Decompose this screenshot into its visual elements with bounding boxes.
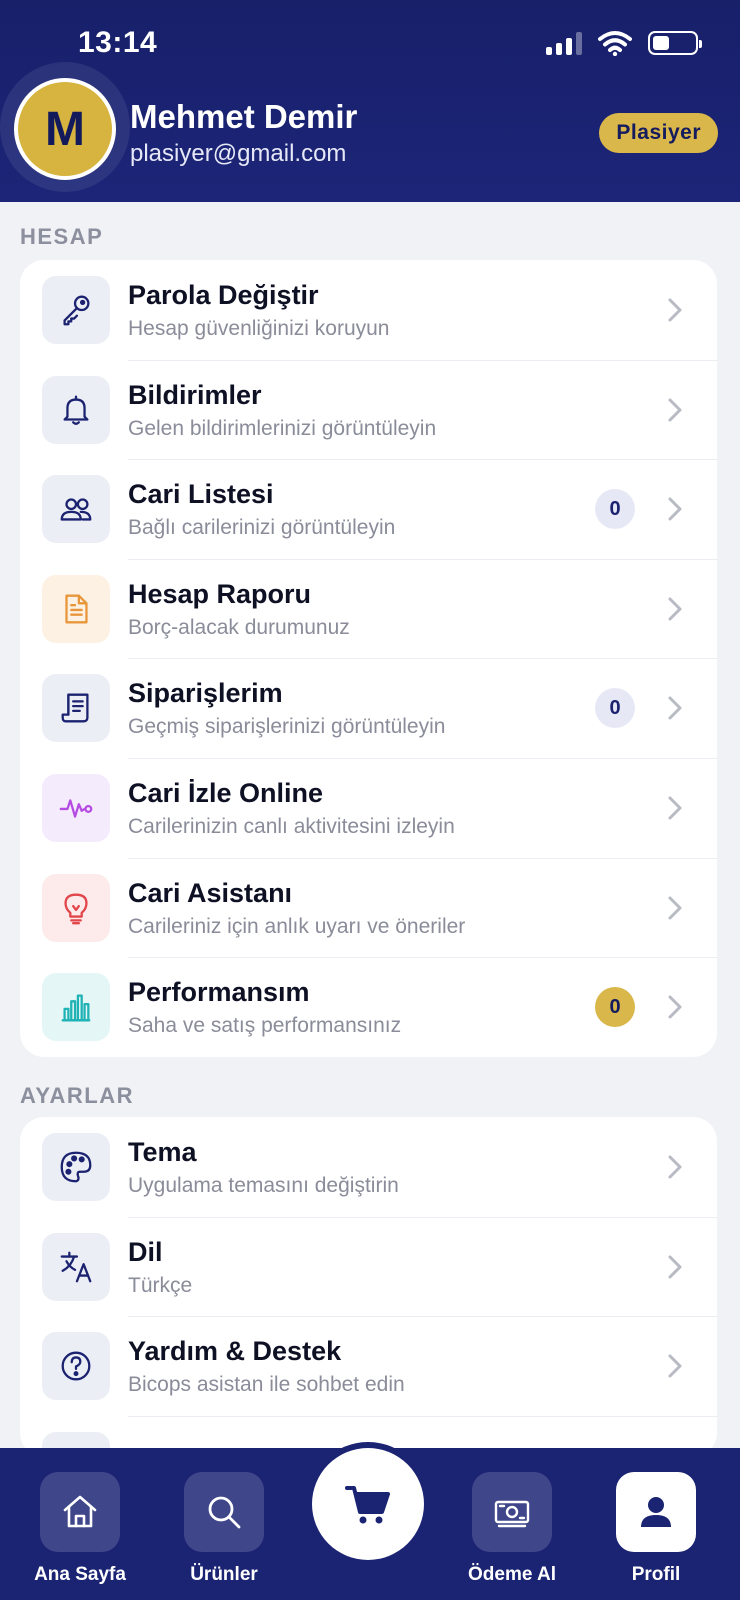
menu-item-account-report[interactable]: Hesap Raporu Borç-alacak durumunuz bbox=[20, 558, 717, 659]
nav-label: Ödeme Al bbox=[468, 1564, 556, 1585]
user-name: Mehmet Demir bbox=[130, 98, 358, 135]
menu-item-subtitle: Bicops asistan ile sohbet edin bbox=[128, 1373, 405, 1397]
chevron-right-icon bbox=[668, 597, 682, 621]
nav-home[interactable]: Ana Sayfa bbox=[34, 1472, 126, 1585]
nav-profile[interactable]: Profil bbox=[616, 1472, 696, 1585]
help-icon bbox=[42, 1332, 110, 1401]
battery-icon bbox=[648, 31, 702, 55]
menu-item-title: Performansım bbox=[128, 977, 310, 1008]
menu-item-title: Bildirimler bbox=[128, 379, 262, 410]
bar-chart-icon bbox=[42, 973, 110, 1042]
menu-item-title: Dil bbox=[128, 1236, 163, 1267]
cash-icon bbox=[472, 1472, 552, 1552]
chevron-right-icon bbox=[668, 896, 682, 920]
account-card: Parola Değiştir Hesap güvenliğinizi koru… bbox=[20, 260, 717, 1057]
home-icon bbox=[40, 1472, 120, 1552]
chevron-right-icon bbox=[668, 696, 682, 720]
chevron-right-icon bbox=[668, 995, 682, 1019]
lightbulb-icon bbox=[42, 873, 110, 942]
nav-label: Profil bbox=[631, 1564, 681, 1585]
search-icon bbox=[184, 1472, 264, 1552]
menu-item-subtitle: Carileriniz için anlık uyarı ve öneriler bbox=[128, 914, 466, 938]
menu-item-title: Cari Listesi bbox=[128, 479, 274, 510]
users-icon bbox=[42, 475, 110, 544]
menu-item-theme[interactable]: Tema Uygulama temasını değiştirin bbox=[20, 1117, 717, 1217]
chevron-right-icon bbox=[668, 398, 682, 422]
menu-item-title: Parola Değiştir bbox=[128, 280, 319, 310]
menu-item-title: Siparişlerim bbox=[128, 678, 283, 709]
menu-item-customer-assistant[interactable]: Cari Asistanı Carileriniz için anlık uya… bbox=[20, 857, 717, 958]
avatar[interactable]: M bbox=[14, 78, 116, 180]
menu-item-performance[interactable]: Performansım Saha ve satış performansını… bbox=[20, 957, 717, 1057]
nav-payment[interactable]: Ödeme Al bbox=[468, 1472, 556, 1585]
profile-header: 13:14 M Mehmet Demir plasiyer@gmail.com … bbox=[0, 0, 740, 202]
cellular-signal-icon bbox=[546, 31, 582, 55]
status-icons bbox=[546, 30, 702, 56]
menu-item-title: Cari Asistanı bbox=[128, 877, 293, 908]
role-badge: Plasiyer bbox=[599, 113, 718, 153]
nav-products[interactable]: Ürünler bbox=[184, 1472, 264, 1585]
menu-item-my-orders[interactable]: Siparişlerim Geçmiş siparişlerinizi görü… bbox=[20, 658, 717, 758]
nav-label: Ürünler bbox=[190, 1564, 258, 1585]
menu-item-subtitle: Hesap güvenliğinizi koruyun bbox=[128, 317, 390, 340]
chevron-right-icon bbox=[668, 298, 682, 322]
user-email: plasiyer@gmail.com bbox=[130, 140, 347, 167]
menu-item-title: Tema bbox=[128, 1137, 197, 1167]
menu-item-language[interactable]: Dil Türkçe bbox=[20, 1216, 717, 1317]
chevron-right-icon bbox=[668, 1255, 682, 1279]
cart-button[interactable] bbox=[312, 1448, 424, 1560]
menu-item-customer-live[interactable]: Cari İzle Online Carilerinizin canlı akt… bbox=[20, 757, 717, 858]
menu-item-subtitle: Gelen bildirimlerinizi görüntüleyin bbox=[128, 416, 437, 440]
cart-icon bbox=[345, 1486, 390, 1524]
menu-item-subtitle: Uygulama temasını değiştirin bbox=[128, 1174, 399, 1197]
document-icon bbox=[42, 574, 110, 643]
chevron-right-icon bbox=[668, 1354, 682, 1378]
menu-item-subtitle: Carilerinizin canlı aktivitesini izleyin bbox=[128, 814, 455, 838]
bell-icon bbox=[42, 375, 110, 444]
menu-item-title: Cari İzle Online bbox=[128, 777, 324, 808]
palette-icon bbox=[42, 1133, 110, 1201]
menu-item-subtitle: Türkçe bbox=[128, 1273, 193, 1297]
count-badge: 0 bbox=[595, 489, 635, 530]
menu-item-change-password[interactable]: Parola Değiştir Hesap güvenliğinizi koru… bbox=[20, 260, 717, 360]
nav-label: Ana Sayfa bbox=[34, 1564, 126, 1585]
menu-item-subtitle: Borç-alacak durumunuz bbox=[128, 615, 350, 639]
count-badge: 0 bbox=[595, 688, 635, 729]
wifi-icon bbox=[598, 31, 632, 56]
section-title-account: HESAP bbox=[20, 224, 104, 249]
chevron-right-icon bbox=[668, 796, 682, 820]
menu-item-title: Yardım & Destek bbox=[128, 1336, 342, 1367]
status-time: 13:14 bbox=[78, 26, 158, 59]
key-icon bbox=[42, 276, 110, 344]
menu-item-customer-list[interactable]: Cari Listesi Bağlı carilerinizi görüntül… bbox=[20, 459, 717, 559]
menu-item-subtitle: Bağlı carilerinizi görüntüleyin bbox=[128, 516, 396, 540]
settings-card: Tema Uygulama temasını değiştirin Dil Tü… bbox=[20, 1117, 717, 1457]
receipt-icon bbox=[42, 674, 110, 743]
section-title-settings: AYARLAR bbox=[20, 1083, 135, 1108]
menu-item-help-support[interactable]: Yardım & Destek Bicops asistan ile sohbe… bbox=[20, 1316, 717, 1416]
user-icon bbox=[616, 1472, 696, 1552]
chevron-right-icon bbox=[668, 497, 682, 521]
count-badge: 0 bbox=[595, 987, 635, 1028]
activity-icon bbox=[42, 773, 110, 842]
menu-item-title: Hesap Raporu bbox=[128, 578, 312, 609]
chevron-right-icon bbox=[668, 1155, 682, 1179]
translate-icon bbox=[42, 1232, 110, 1301]
menu-item-notifications[interactable]: Bildirimler Gelen bildirimlerinizi görün… bbox=[20, 359, 717, 460]
menu-item-subtitle: Geçmiş siparişlerinizi görüntüleyin bbox=[128, 715, 446, 739]
menu-item-subtitle: Saha ve satış performansınız bbox=[128, 1014, 402, 1038]
